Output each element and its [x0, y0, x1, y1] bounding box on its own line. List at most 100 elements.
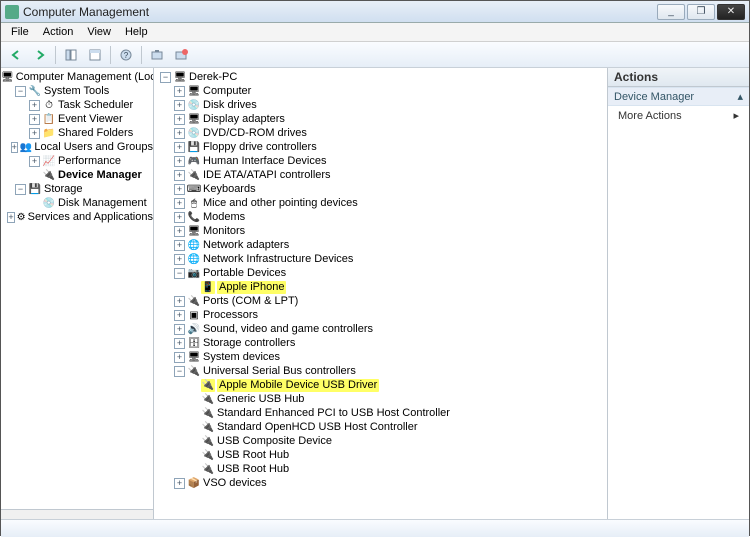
scan-button[interactable] [146, 45, 168, 65]
cat-processors[interactable]: +▣Processors [160, 308, 607, 322]
expand-icon[interactable]: + [174, 310, 185, 321]
expand-icon[interactable]: + [174, 114, 185, 125]
left-splitter[interactable] [1, 509, 153, 519]
cat-keyboards[interactable]: +⌨Keyboards [160, 182, 607, 196]
tree-root[interactable]: 🖥Computer Management (Local [1, 70, 153, 84]
expand-icon[interactable]: + [174, 198, 185, 209]
ide-icon: 🔌 [187, 169, 201, 182]
dev-root-hub-2[interactable]: 🔌USB Root Hub [160, 462, 607, 476]
minimize-button[interactable]: _ [657, 4, 685, 20]
expand-icon[interactable]: + [174, 478, 185, 489]
actions-header: Actions [608, 68, 749, 87]
uninstall-button[interactable] [170, 45, 192, 65]
show-hide-tree-button[interactable] [60, 45, 82, 65]
tree-local-users[interactable]: +👥Local Users and Groups [1, 140, 153, 154]
dev-generic-hub[interactable]: 🔌Generic USB Hub [160, 392, 607, 406]
expand-icon[interactable]: + [29, 100, 40, 111]
expand-icon[interactable]: + [11, 142, 18, 153]
cat-mice[interactable]: +🖱Mice and other pointing devices [160, 196, 607, 210]
expand-icon[interactable]: + [174, 184, 185, 195]
device-tree[interactable]: −🖥Derek-PC +🖥Computer +💿Disk drives +🖥Di… [154, 68, 607, 492]
menu-action[interactable]: Action [37, 24, 80, 40]
expand-icon[interactable]: + [174, 86, 185, 97]
expand-icon[interactable]: + [174, 170, 185, 181]
cat-network[interactable]: +🌐Network adapters [160, 238, 607, 252]
tools-icon: 🔧 [28, 85, 42, 98]
maximize-button[interactable]: ❐ [687, 4, 715, 20]
tree-disk-management[interactable]: 💿Disk Management [1, 196, 153, 210]
actions-more[interactable]: More Actions ▸ [608, 106, 749, 125]
console-tree[interactable]: 🖥Computer Management (Local −🔧System Too… [1, 68, 153, 226]
cat-dvd[interactable]: +💿DVD/CD-ROM drives [160, 126, 607, 140]
collapse-icon[interactable]: − [160, 72, 171, 83]
computer-icon: 🖥 [187, 85, 201, 98]
properties-button[interactable] [84, 45, 106, 65]
dev-enhanced-pci[interactable]: 🔌Standard Enhanced PCI to USB Host Contr… [160, 406, 607, 420]
expand-icon[interactable]: + [174, 240, 185, 251]
window-buttons: _ ❐ ✕ [657, 4, 745, 20]
dev-apple-usb-driver[interactable]: 🔌Apple Mobile Device USB Driver [160, 378, 607, 392]
expand-icon[interactable]: + [174, 338, 185, 349]
dev-openhcd[interactable]: 🔌Standard OpenHCD USB Host Controller [160, 420, 607, 434]
cat-ide[interactable]: +🔌IDE ATA/ATAPI controllers [160, 168, 607, 182]
cat-computer[interactable]: +🖥Computer [160, 84, 607, 98]
cat-storage-ctl[interactable]: +🗄Storage controllers [160, 336, 607, 350]
usb-device-icon: 🔌 [201, 421, 215, 434]
tree-performance[interactable]: +📈Performance [1, 154, 153, 168]
expand-icon[interactable]: + [7, 212, 14, 223]
forward-button[interactable] [29, 45, 51, 65]
device-root[interactable]: −🖥Derek-PC [160, 70, 607, 84]
tree-storage[interactable]: −💾Storage [1, 182, 153, 196]
cat-sound[interactable]: +🔊Sound, video and game controllers [160, 322, 607, 336]
back-button[interactable] [5, 45, 27, 65]
expand-icon[interactable]: + [174, 352, 185, 363]
cat-netinfra[interactable]: +🌐Network Infrastructure Devices [160, 252, 607, 266]
cat-monitors[interactable]: +🖥Monitors [160, 224, 607, 238]
cat-vso[interactable]: +📦VSO devices [160, 476, 607, 490]
cat-modems[interactable]: +📞Modems [160, 210, 607, 224]
actions-selected-label: Device Manager [614, 91, 694, 103]
collapse-icon[interactable]: − [174, 268, 185, 279]
modem-icon: 📞 [187, 211, 201, 224]
menu-view[interactable]: View [81, 24, 117, 40]
device-icon: 📦 [187, 477, 201, 490]
cat-display[interactable]: +🖥Display adapters [160, 112, 607, 126]
cat-usb[interactable]: −🔌Universal Serial Bus controllers [160, 364, 607, 378]
cat-portable[interactable]: −📷Portable Devices [160, 266, 607, 280]
cat-floppy[interactable]: +💾Floppy drive controllers [160, 140, 607, 154]
expand-icon[interactable]: + [174, 156, 185, 167]
expand-icon[interactable]: + [29, 156, 40, 167]
close-button[interactable]: ✕ [717, 4, 745, 20]
dev-apple-iphone[interactable]: 📱Apple iPhone [160, 280, 607, 294]
cat-hid[interactable]: +🎮Human Interface Devices [160, 154, 607, 168]
collapse-icon[interactable]: − [15, 86, 26, 97]
expand-icon[interactable]: + [174, 100, 185, 111]
dev-root-hub-1[interactable]: 🔌USB Root Hub [160, 448, 607, 462]
expand-icon[interactable]: + [174, 324, 185, 335]
help-button[interactable]: ? [115, 45, 137, 65]
cat-system-devices[interactable]: +🖥System devices [160, 350, 607, 364]
collapse-icon[interactable]: − [174, 366, 185, 377]
tree-task-scheduler[interactable]: +⏱Task Scheduler [1, 98, 153, 112]
expand-icon[interactable]: + [174, 296, 185, 307]
expand-icon[interactable]: + [174, 128, 185, 139]
expand-icon[interactable]: + [174, 142, 185, 153]
tree-event-viewer[interactable]: +📋Event Viewer [1, 112, 153, 126]
expand-icon[interactable]: + [29, 128, 40, 139]
expand-icon[interactable]: + [174, 212, 185, 223]
tree-device-manager[interactable]: 🔌Device Manager [1, 168, 153, 182]
collapse-icon[interactable]: − [15, 184, 26, 195]
dev-composite[interactable]: 🔌USB Composite Device [160, 434, 607, 448]
tree-system-tools[interactable]: −🔧System Tools [1, 84, 153, 98]
actions-selected[interactable]: Device Manager ▴ [608, 87, 749, 106]
cat-disk-drives[interactable]: +💿Disk drives [160, 98, 607, 112]
cat-ports[interactable]: +🔌Ports (COM & LPT) [160, 294, 607, 308]
tree-shared-folders[interactable]: +📁Shared Folders [1, 126, 153, 140]
expand-icon[interactable]: + [29, 114, 40, 125]
tree-services[interactable]: +⚙Services and Applications [1, 210, 153, 224]
expand-icon[interactable]: + [174, 254, 185, 265]
usb-device-icon: 🔌 [201, 393, 215, 406]
expand-icon[interactable]: + [174, 226, 185, 237]
menu-file[interactable]: File [5, 24, 35, 40]
menu-help[interactable]: Help [119, 24, 154, 40]
